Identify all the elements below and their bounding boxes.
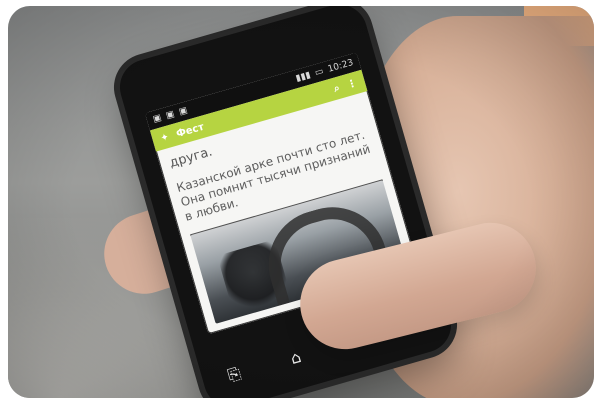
notification-icon: ▣ (151, 112, 163, 125)
overflow-menu-icon[interactable]: ⋮ (346, 77, 359, 90)
app-logo-icon: ✦ (159, 131, 171, 145)
app-title: Фест (174, 121, 206, 140)
notification-icon: ▣ (164, 109, 176, 122)
menu-icon[interactable]: ⎘ (215, 360, 253, 389)
image-frame: ▣ ▣ ▣ ▮▮▮ ▭ 10:23 ✦ Фест ⌕ ⋮ друга. Каза… (0, 0, 602, 405)
notification-icon: ▣ (177, 105, 189, 118)
home-icon[interactable]: ⌂ (277, 343, 315, 371)
signal-icon: ▮▮▮ (294, 70, 312, 84)
battery-icon: ▭ (313, 66, 325, 79)
search-icon[interactable]: ⌕ (333, 82, 341, 94)
photo: ▣ ▣ ▣ ▮▮▮ ▭ 10:23 ✦ Фест ⌕ ⋮ друга. Каза… (8, 6, 594, 398)
